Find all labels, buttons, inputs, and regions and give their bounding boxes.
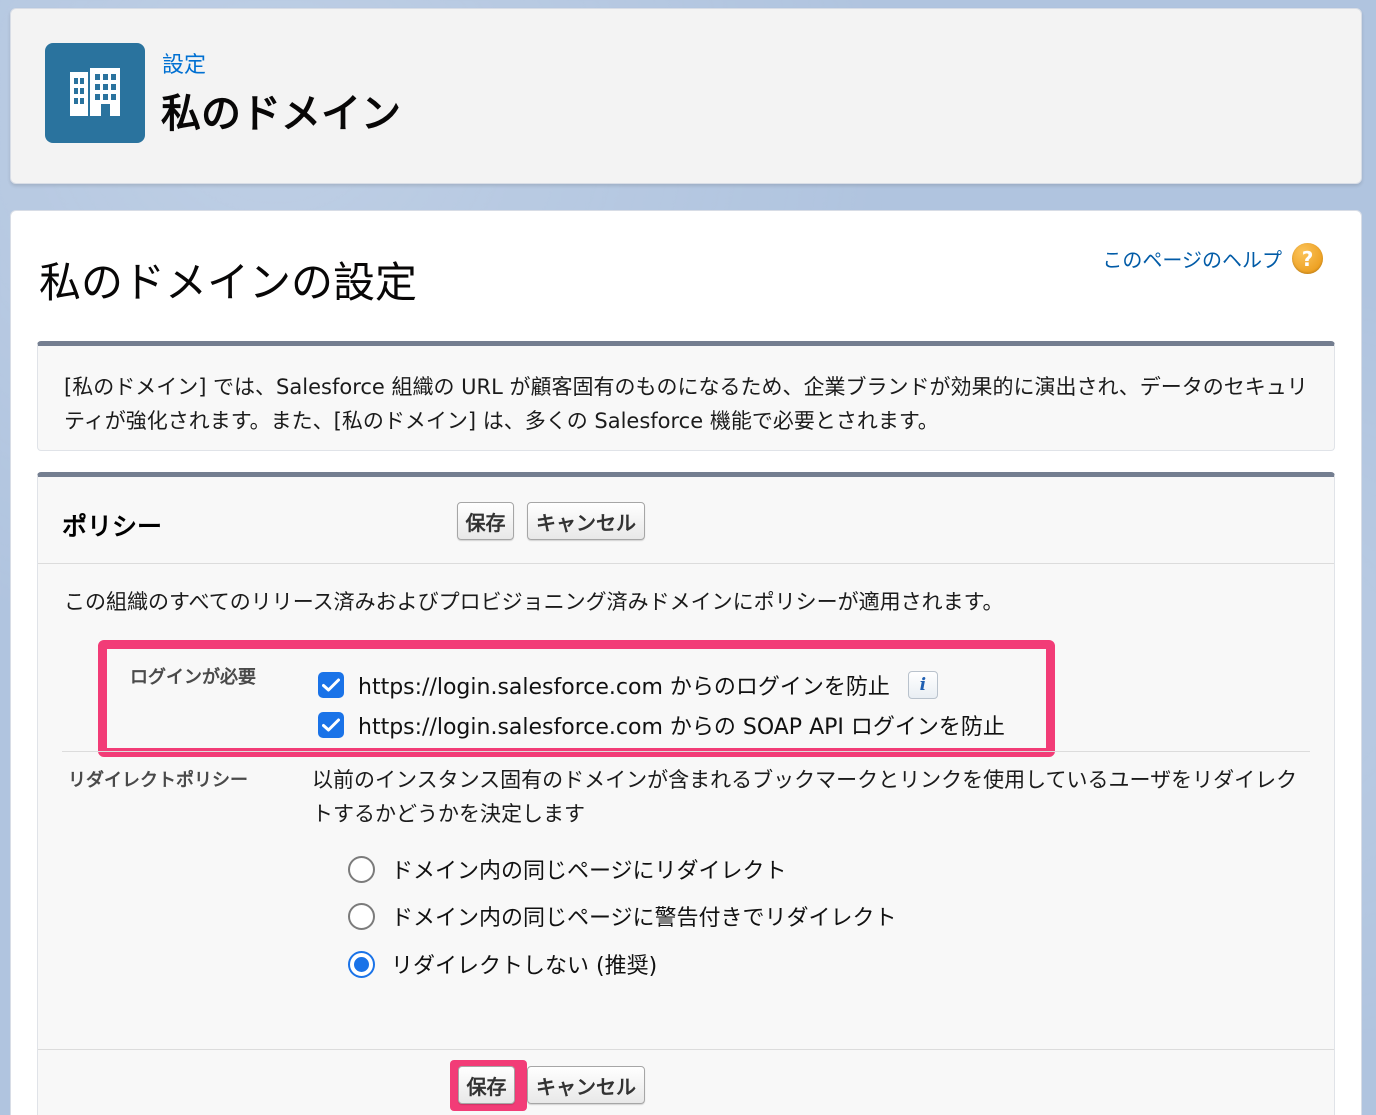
redirect-with-warning-radio[interactable] (348, 902, 375, 930)
help-link[interactable]: このページのヘルプ ? (1102, 243, 1323, 274)
page-header: 設定 私のドメイン (10, 8, 1362, 184)
no-redirect-radio[interactable] (348, 950, 375, 978)
prevent-soap-login-label: https://login.salesforce.com からの SOAP AP… (358, 715, 1005, 740)
save-button-top[interactable]: 保存 (457, 502, 514, 540)
policy-section-footer: 保存 キャンセル (38, 1049, 1334, 1115)
policy-section-title: ポリシー (62, 512, 163, 541)
redirect-same-page-label: ドメイン内の同じページにリダイレクト (391, 859, 787, 884)
help-icon: ? (1292, 243, 1323, 274)
info-icon[interactable]: i (907, 671, 938, 699)
no-redirect-label: リダイレクトしない (推奨) (391, 954, 658, 979)
help-link-label: このページのヘルプ (1102, 248, 1282, 272)
prevent-login-option: https://login.salesforce.com からのログインを防止 … (318, 669, 938, 701)
info-icon-glyph: i (919, 675, 927, 695)
cancel-button-top[interactable]: キャンセル (527, 502, 645, 540)
redirect-option-none: リダイレクトしない (推奨) (348, 948, 657, 980)
policy-section: ポリシー 保存 キャンセル この組織のすべてのリリース済みおよびプロビジョニング… (37, 472, 1335, 1115)
page-title: 私のドメインの設定 (39, 258, 418, 307)
redirect-policy-label: リダイレクトポリシー (68, 770, 248, 791)
redirect-option-with-warning: ドメイン内の同じページに警告付きでリダイレクト (348, 900, 897, 932)
save-button-bottom[interactable]: 保存 (458, 1066, 515, 1104)
info-message: [私のドメイン] では、Salesforce 組織の URL が顧客固有のものに… (37, 341, 1335, 451)
prevent-login-label: https://login.salesforce.com からのログインを防止 (358, 675, 890, 700)
prevent-soap-login-checkbox[interactable] (318, 712, 344, 738)
policy-description: この組織のすべてのリリース済みおよびプロビジョニング済みドメインにポリシーが適用… (64, 590, 1004, 614)
redirect-policy-description: 以前のインスタンス固有のドメインが含まれるブックマークとリンクを使用しているユー… (312, 768, 1298, 826)
redirect-same-page-radio[interactable] (348, 855, 375, 883)
divider (62, 751, 1310, 752)
breadcrumb-setup[interactable]: 設定 (162, 47, 206, 79)
prevent-login-checkbox[interactable] (318, 672, 344, 698)
redirect-option-same-page: ドメイン内の同じページにリダイレクト (348, 853, 787, 885)
building-icon (45, 43, 145, 143)
cancel-button-bottom[interactable]: キャンセル (527, 1066, 645, 1104)
policy-section-header: ポリシー 保存 キャンセル (38, 477, 1334, 564)
main-content: 私のドメインの設定 このページのヘルプ ? [私のドメイン] では、Salesf… (10, 210, 1362, 1115)
page-header-title: 私のドメイン (161, 91, 401, 137)
redirect-with-warning-label: ドメイン内の同じページに警告付きでリダイレクト (391, 906, 897, 931)
login-required-label: ログインが必要 (130, 667, 256, 688)
prevent-soap-login-option: https://login.salesforce.com からの SOAP AP… (318, 709, 1005, 741)
